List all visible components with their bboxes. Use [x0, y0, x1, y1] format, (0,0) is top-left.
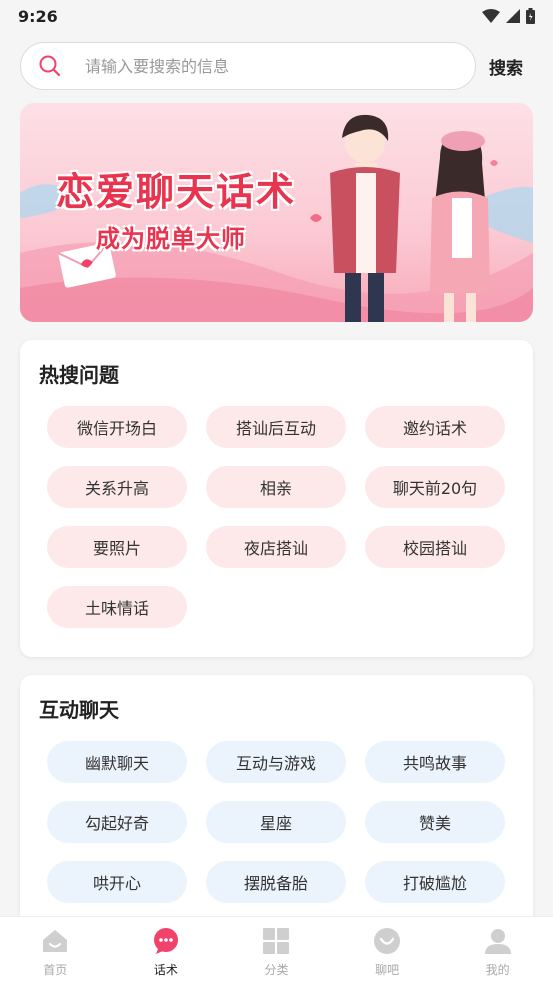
- tab-label: 分类: [264, 963, 289, 977]
- section-title: 热搜问题: [39, 363, 119, 387]
- home-icon: [43, 930, 68, 952]
- tag-button[interactable]: 邀约话术: [365, 406, 505, 448]
- user-icon: [484, 929, 511, 954]
- tag-button[interactable]: 关系升高: [47, 466, 187, 508]
- tag-button[interactable]: 校园搭讪: [365, 526, 505, 568]
- tag-button[interactable]: 打破尴尬: [365, 861, 505, 903]
- tag-button[interactable]: 幽默聊天: [47, 741, 187, 783]
- signal-icon: [506, 9, 520, 23]
- tag-button[interactable]: 土味情话: [47, 586, 187, 628]
- tag-button[interactable]: 相亲: [206, 466, 346, 508]
- tag-button[interactable]: 赞美: [365, 801, 505, 843]
- search-button[interactable]: 搜索: [489, 54, 523, 79]
- banner-subtitle: 成为脱单大师: [96, 225, 246, 253]
- status-time: 9:26: [18, 6, 58, 26]
- search-input[interactable]: [85, 56, 445, 76]
- smile-icon: [374, 928, 401, 954]
- tab-category[interactable]: 分类: [221, 917, 332, 984]
- tag-button[interactable]: 要照片: [47, 526, 187, 568]
- tab-label: 我的: [485, 963, 510, 977]
- tag-button[interactable]: 勾起好奇: [47, 801, 187, 843]
- grid-icon: [263, 928, 290, 954]
- tag-button[interactable]: 共鸣故事: [365, 741, 505, 783]
- tag-button[interactable]: 哄开心: [47, 861, 187, 903]
- tag-button[interactable]: 微信开场白: [47, 406, 187, 448]
- chat-bubble-icon: [153, 928, 178, 954]
- tag-button[interactable]: 互动与游戏: [206, 741, 346, 783]
- tag-button[interactable]: 夜店搭讪: [206, 526, 346, 568]
- status-bar: 9:26: [0, 0, 553, 32]
- tag-grid: 微信开场白 搭讪后互动 邀约话术 关系升高 相亲 聊天前20句 要照片 夜店搭讪…: [47, 406, 517, 628]
- banner-title: 恋爱聊天话术: [56, 170, 297, 214]
- interactive-chat-card: 互动聊天 幽默聊天 互动与游戏 共鸣故事 勾起好奇 星座 赞美 哄开心 摆脱备胎…: [20, 675, 533, 935]
- tab-label: 聊吧: [375, 963, 400, 977]
- section-title: 互动聊天: [39, 698, 119, 722]
- tab-label: 话术: [153, 963, 178, 977]
- search-box[interactable]: [20, 42, 476, 90]
- tab-profile[interactable]: 我的: [442, 917, 553, 984]
- wifi-icon: [482, 9, 500, 23]
- tab-label: 首页: [43, 963, 68, 977]
- tab-scripts[interactable]: 话术: [111, 917, 222, 984]
- status-icons: [482, 8, 535, 24]
- tag-button[interactable]: 星座: [206, 801, 346, 843]
- search-icon: [39, 55, 61, 77]
- hot-search-card: 热搜问题 微信开场白 搭讪后互动 邀约话术 关系升高 相亲 聊天前20句 要照片…: [20, 340, 533, 657]
- tab-chat[interactable]: 聊吧: [332, 917, 443, 984]
- tab-home[interactable]: 首页: [0, 917, 111, 984]
- tag-button[interactable]: 摆脱备胎: [206, 861, 346, 903]
- tag-button[interactable]: 搭讪后互动: [206, 406, 346, 448]
- search-row: 搜索: [20, 42, 535, 90]
- tag-button[interactable]: 聊天前20句: [365, 466, 505, 508]
- bottom-tab-bar: 首页 话术 分类 聊吧 我的: [0, 916, 553, 984]
- banner[interactable]: 恋爱聊天话术 成为脱单大师: [20, 103, 533, 322]
- tag-grid: 幽默聊天 互动与游戏 共鸣故事 勾起好奇 星座 赞美 哄开心 摆脱备胎 打破尴尬: [47, 741, 517, 903]
- battery-icon: [526, 8, 535, 24]
